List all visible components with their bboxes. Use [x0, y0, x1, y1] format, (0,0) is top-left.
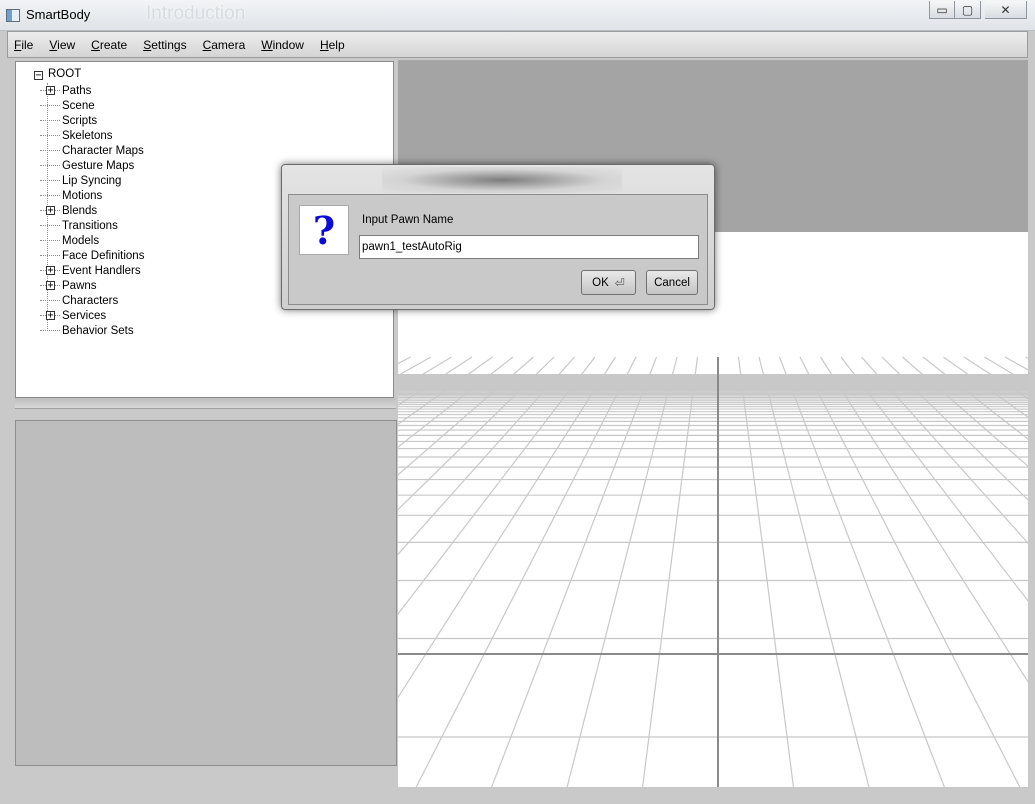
- maximize-button[interactable]: ▢: [955, 1, 981, 19]
- expand-icon[interactable]: +: [46, 266, 55, 276]
- menu-bar: File View Create Settings Camera Window …: [7, 31, 1028, 58]
- tree-item-label: Blends: [62, 204, 98, 217]
- menu-file[interactable]: File: [14, 38, 33, 52]
- tree-item[interactable]: Character Maps: [40, 143, 144, 158]
- tree-item-label: Characters: [62, 294, 119, 307]
- menu-help[interactable]: Help: [320, 38, 345, 52]
- pawn-name-input[interactable]: [359, 235, 699, 259]
- collapse-icon[interactable]: −: [34, 71, 43, 81]
- prompt-label: Input Pawn Name: [362, 214, 454, 226]
- menu-settings[interactable]: Settings: [143, 38, 186, 52]
- tree-item-label: Character Maps: [62, 144, 144, 157]
- tree-item[interactable]: Gesture Maps: [40, 158, 134, 173]
- tree-connector: [40, 225, 60, 226]
- tree-item[interactable]: Face Definitions: [40, 248, 144, 263]
- panel-splitter[interactable]: [15, 398, 396, 409]
- input-dialog: ? Input Pawn Name OK ⏎ Cancel: [281, 164, 715, 310]
- tree-item[interactable]: Transitions: [40, 218, 118, 233]
- tree-item-label: Scene: [62, 99, 95, 112]
- background-window-title: Introduction: [146, 3, 246, 24]
- minimize-button[interactable]: ▭: [929, 1, 955, 19]
- tree-item-label: Gesture Maps: [62, 159, 135, 172]
- tree-item[interactable]: Lip Syncing: [40, 173, 121, 188]
- menu-create[interactable]: Create: [91, 38, 127, 52]
- expand-icon[interactable]: +: [46, 206, 55, 216]
- dialog-title-bar[interactable]: [382, 167, 622, 193]
- ok-label: OK: [592, 276, 609, 289]
- tree-item[interactable]: Scene: [40, 98, 95, 113]
- expand-icon[interactable]: +: [46, 86, 55, 96]
- tree-item-label: Behavior Sets: [62, 324, 134, 337]
- tree-connector: [40, 195, 60, 196]
- close-icon: ✕: [1000, 2, 1011, 17]
- tree-item[interactable]: Behavior Sets: [40, 323, 134, 338]
- properties-panel: [15, 420, 397, 766]
- maximize-icon: ▢: [961, 2, 974, 17]
- bottom-status-strip: [0, 788, 1035, 804]
- window-controls: ▭ ▢ ✕: [929, 1, 1027, 19]
- dialog-body: ? Input Pawn Name OK ⏎ Cancel: [288, 194, 708, 305]
- tree-item-label: Scripts: [62, 114, 98, 127]
- tree-connector: [40, 150, 60, 151]
- close-button[interactable]: ✕: [985, 1, 1027, 19]
- tree-connector: [40, 255, 60, 256]
- menu-view[interactable]: View: [49, 38, 75, 52]
- app-icon: [6, 9, 20, 22]
- tree-connector: [40, 165, 60, 166]
- question-mark-icon: ?: [312, 207, 336, 253]
- tree-connector: [40, 240, 60, 241]
- tree-item[interactable]: Skeletons: [40, 128, 113, 143]
- menu-window[interactable]: Window: [261, 38, 304, 52]
- tree-item-label: Models: [62, 234, 100, 247]
- tree-connector: [40, 120, 60, 121]
- tree-connector: [40, 135, 60, 136]
- cancel-label: Cancel: [654, 276, 690, 289]
- enter-key-icon: ⏎: [614, 275, 625, 290]
- tree-connector: [40, 105, 60, 106]
- tree-item-label: Motions: [62, 189, 103, 202]
- minimize-icon: ▭: [936, 2, 948, 17]
- expand-icon[interactable]: +: [46, 311, 55, 321]
- tree-item-label: Services: [62, 309, 107, 322]
- ok-button[interactable]: OK ⏎: [581, 270, 636, 295]
- tree-connector: [40, 300, 60, 301]
- tree-item[interactable]: Characters: [40, 293, 118, 308]
- menu-camera[interactable]: Camera: [203, 38, 246, 52]
- tree-item[interactable]: Event Handlers: [40, 263, 141, 278]
- tree-item-label: Pawns: [62, 279, 97, 292]
- tree-root-label: ROOT: [48, 68, 82, 80]
- tree-item-label: Transitions: [62, 219, 118, 232]
- tree-item[interactable]: Scripts: [40, 113, 97, 128]
- tree-connector: [40, 180, 60, 181]
- question-box: ?: [299, 205, 349, 255]
- tree-item-label: Lip Syncing: [62, 174, 122, 187]
- tree-item-label: Paths: [62, 84, 92, 97]
- tree-connector: [40, 330, 60, 331]
- window-title: SmartBody: [26, 7, 91, 22]
- cancel-button[interactable]: Cancel: [646, 270, 698, 295]
- expand-icon[interactable]: +: [46, 281, 55, 291]
- tree-item-label: Event Handlers: [62, 264, 141, 277]
- tree-item-label: Face Definitions: [62, 249, 145, 262]
- title-bar: SmartBody Introduction ▭ ▢ ✕: [0, 0, 1035, 31]
- tree-item[interactable]: Motions: [40, 188, 102, 203]
- tree-item-label: Skeletons: [62, 129, 113, 142]
- tree-item[interactable]: Models: [40, 233, 99, 248]
